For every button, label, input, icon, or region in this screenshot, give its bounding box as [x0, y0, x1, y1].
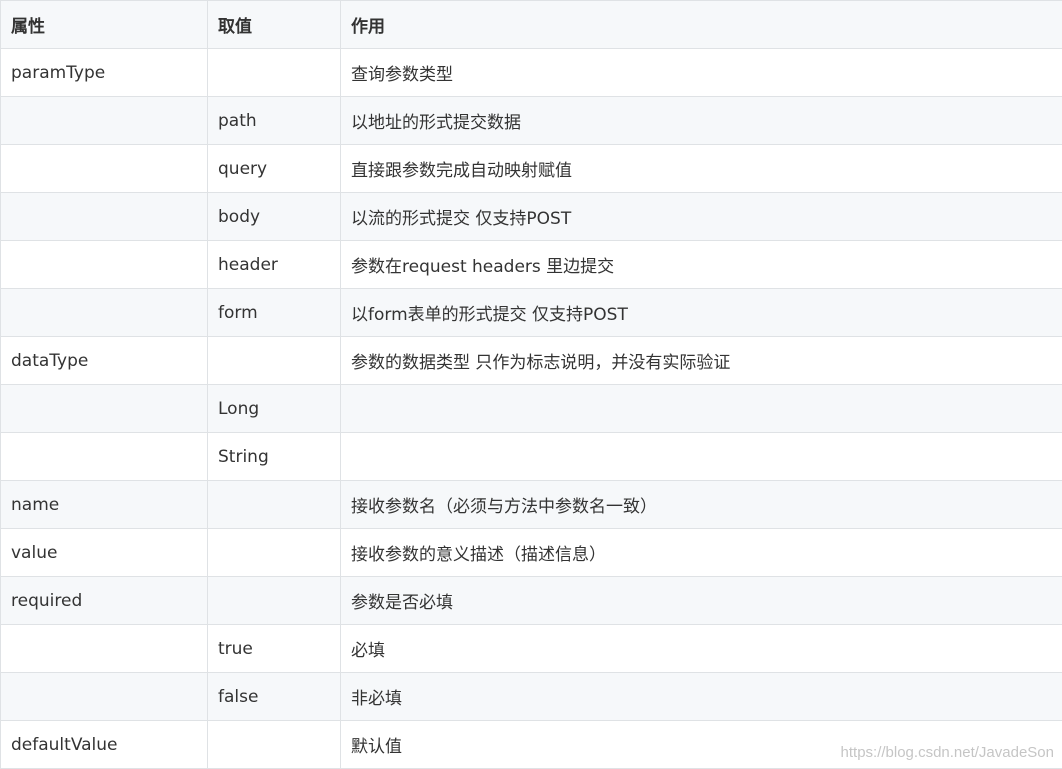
cell-purpose: 接收参数名（必须与方法中参数名一致）: [340, 480, 1062, 529]
header-attribute: 属性: [0, 0, 208, 49]
cell-value: false: [207, 672, 341, 721]
cell-value: [207, 576, 341, 625]
cell-purpose: 参数在request headers 里边提交: [340, 240, 1062, 289]
cell-attribute: [0, 672, 208, 721]
cell-value: true: [207, 624, 341, 673]
table-row: Long: [0, 384, 1062, 433]
table-row: String: [0, 432, 1062, 481]
cell-purpose: 接收参数的意义描述（描述信息）: [340, 528, 1062, 577]
cell-value: [207, 336, 341, 385]
cell-attribute: value: [0, 528, 208, 577]
cell-purpose: 必填: [340, 624, 1062, 673]
table-row: path 以地址的形式提交数据: [0, 96, 1062, 145]
cell-attribute: required: [0, 576, 208, 625]
table-header-row: 属性 取值 作用: [0, 0, 1062, 49]
table-row: defaultValue 默认值: [0, 720, 1062, 769]
cell-purpose: 参数的数据类型 只作为标志说明，并没有实际验证: [340, 336, 1062, 385]
table-row: required 参数是否必填: [0, 576, 1062, 625]
cell-value: path: [207, 96, 341, 145]
cell-purpose: [340, 432, 1062, 481]
table-row: value 接收参数的意义描述（描述信息）: [0, 528, 1062, 577]
table-row: true 必填: [0, 624, 1062, 673]
cell-purpose: 直接跟参数完成自动映射赋值: [340, 144, 1062, 193]
cell-purpose: [340, 384, 1062, 433]
cell-attribute: [0, 96, 208, 145]
parameter-table: 属性 取值 作用 paramType 查询参数类型 path 以地址的形式提交数…: [0, 0, 1062, 769]
header-value: 取值: [207, 0, 341, 49]
cell-purpose: 参数是否必填: [340, 576, 1062, 625]
table-row: false 非必填: [0, 672, 1062, 721]
cell-attribute: name: [0, 480, 208, 529]
cell-attribute: dataType: [0, 336, 208, 385]
table-row: dataType 参数的数据类型 只作为标志说明，并没有实际验证: [0, 336, 1062, 385]
cell-purpose: 非必填: [340, 672, 1062, 721]
cell-value: [207, 720, 341, 769]
header-purpose: 作用: [340, 0, 1062, 49]
cell-attribute: [0, 432, 208, 481]
cell-value: header: [207, 240, 341, 289]
cell-attribute: [0, 240, 208, 289]
table-row: query 直接跟参数完成自动映射赋值: [0, 144, 1062, 193]
cell-attribute: [0, 288, 208, 337]
table-row: body 以流的形式提交 仅支持POST: [0, 192, 1062, 241]
cell-value: query: [207, 144, 341, 193]
cell-value: String: [207, 432, 341, 481]
cell-value: [207, 528, 341, 577]
cell-purpose: 以form表单的形式提交 仅支持POST: [340, 288, 1062, 337]
cell-value: Long: [207, 384, 341, 433]
cell-attribute: paramType: [0, 48, 208, 97]
cell-value: [207, 480, 341, 529]
cell-attribute: [0, 144, 208, 193]
cell-attribute: [0, 624, 208, 673]
cell-value: [207, 48, 341, 97]
cell-attribute: [0, 192, 208, 241]
cell-purpose: 以地址的形式提交数据: [340, 96, 1062, 145]
cell-attribute: defaultValue: [0, 720, 208, 769]
table-row: paramType 查询参数类型: [0, 48, 1062, 97]
table-row: header 参数在request headers 里边提交: [0, 240, 1062, 289]
cell-value: body: [207, 192, 341, 241]
cell-purpose: 查询参数类型: [340, 48, 1062, 97]
cell-attribute: [0, 384, 208, 433]
cell-purpose: 默认值: [340, 720, 1062, 769]
table-row: name 接收参数名（必须与方法中参数名一致）: [0, 480, 1062, 529]
table-row: form 以form表单的形式提交 仅支持POST: [0, 288, 1062, 337]
cell-value: form: [207, 288, 341, 337]
cell-purpose: 以流的形式提交 仅支持POST: [340, 192, 1062, 241]
